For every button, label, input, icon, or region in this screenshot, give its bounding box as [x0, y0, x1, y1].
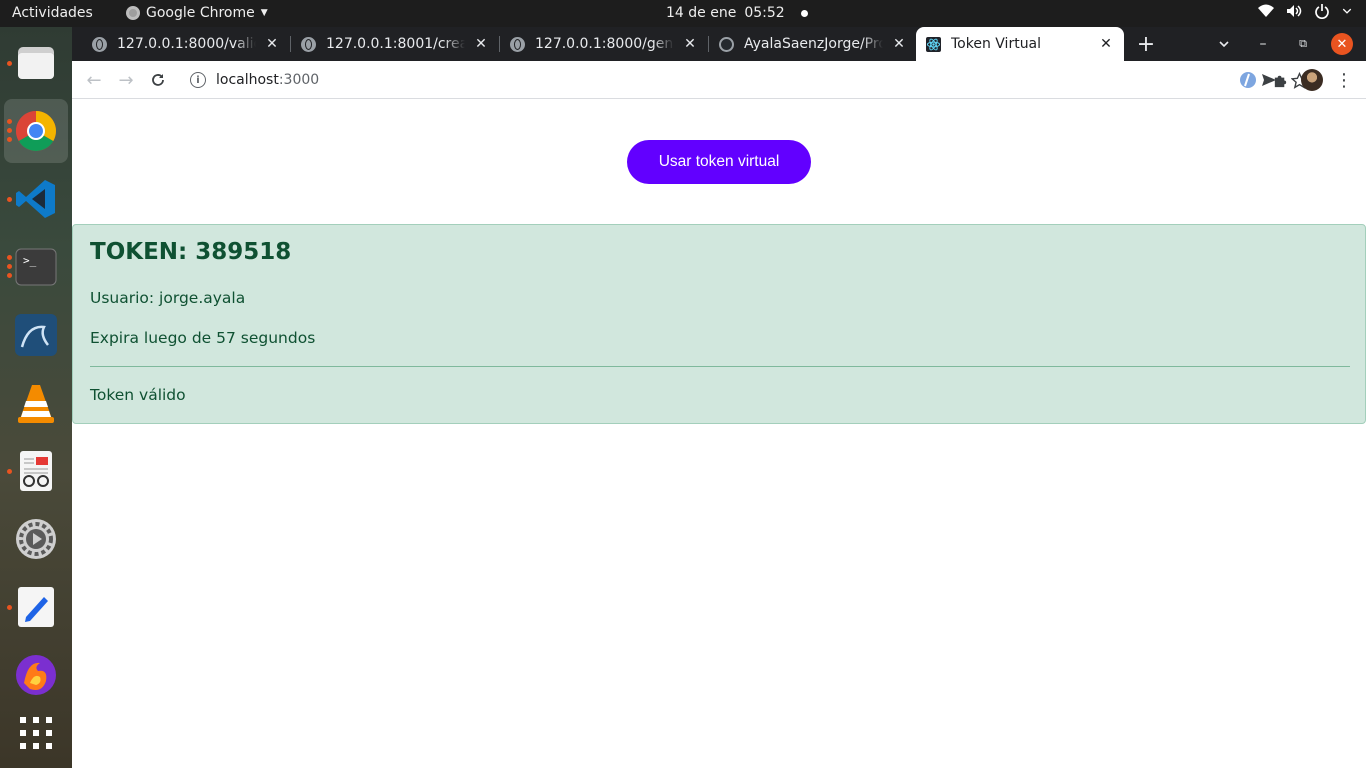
document-viewer-icon	[20, 451, 52, 491]
gnome-top-bar: Actividades Google Chrome ▼ 14 de ene 05…	[0, 0, 1366, 27]
token-user: Usuario: jorge.ayala	[90, 289, 246, 307]
tab-close-icon[interactable]: ✕	[264, 36, 280, 52]
chrome-app-icon	[126, 6, 140, 20]
volume-icon	[1287, 5, 1302, 17]
restore-icon[interactable]: ⧉	[1290, 27, 1316, 61]
tab-title: 127.0.0.1:8000/validar	[117, 36, 256, 52]
address-url[interactable]: localhost:3000	[216, 72, 319, 88]
dock-firefox[interactable]	[4, 643, 68, 707]
tab-5-active[interactable]: Token Virtual ✕	[916, 27, 1124, 61]
avatar	[1301, 69, 1323, 91]
settings-icon	[16, 519, 56, 559]
tab-close-icon[interactable]: ✕	[473, 36, 489, 52]
firefox-icon	[16, 655, 56, 695]
minimize-icon[interactable]: –	[1250, 27, 1276, 61]
dock-google-chrome[interactable]	[4, 99, 68, 163]
app-menu-label: Google Chrome	[146, 5, 255, 21]
mysql-workbench-icon	[15, 314, 57, 356]
tab-title: AyalaSaenzJorge/Proyecto	[744, 36, 883, 52]
window-close-icon[interactable]: ✕	[1331, 33, 1353, 55]
caret-down-icon: ▼	[260, 8, 268, 18]
dock: >_	[0, 27, 72, 768]
text-editor-icon	[18, 587, 54, 627]
tab-4[interactable]: AyalaSaenzJorge/Proyecto ✕	[709, 27, 917, 61]
url-host: localhost	[216, 72, 279, 88]
vlc-icon	[18, 385, 54, 423]
chrome-icon	[16, 111, 56, 151]
files-icon	[18, 47, 54, 79]
notification-dot-icon	[800, 9, 808, 17]
tab-title: 127.0.0.1:8000/generar	[535, 36, 674, 52]
kebab-menu-icon[interactable]: ⋮	[1330, 66, 1358, 94]
reload-icon[interactable]	[144, 66, 172, 94]
tab-3[interactable]: 127.0.0.1:8000/generar ✕	[500, 27, 708, 61]
dock-settings[interactable]	[4, 507, 68, 571]
site-info-icon[interactable]: i	[190, 72, 206, 88]
back-arrow-icon[interactable]: ←	[80, 66, 108, 94]
app-grid-icon	[20, 717, 52, 749]
browser-toolbar: ← → i localhost:3000 ⋮	[72, 61, 1366, 99]
token-status: Token válido	[90, 386, 186, 404]
dock-document-viewer[interactable]	[4, 439, 68, 503]
token-expiry: Expira luego de 57 segundos	[90, 329, 316, 347]
divider	[90, 366, 1350, 367]
dock-vscode[interactable]	[4, 167, 68, 231]
dock-mysql-workbench[interactable]	[4, 303, 68, 367]
address-bar[interactable]: i localhost:3000	[180, 64, 1320, 96]
vscode-icon	[16, 180, 55, 218]
tab-title: 127.0.0.1:8001/crear_	[326, 36, 465, 52]
forward-arrow-icon[interactable]: →	[112, 66, 140, 94]
extensions-puzzle-icon[interactable]	[1266, 66, 1294, 94]
globe-icon	[510, 36, 525, 52]
chrome-window: 127.0.0.1:8000/validar ✕ 127.0.0.1:8001/…	[72, 27, 1366, 768]
page-content: Usar token virtual TOKEN: 389518 Usuario…	[72, 100, 1366, 768]
github-icon	[719, 36, 734, 52]
dock-terminal[interactable]: >_	[4, 235, 68, 299]
new-tab-plus-icon[interactable]: +	[1132, 27, 1160, 61]
tab-search-chevron-icon[interactable]	[1210, 27, 1238, 61]
tab-close-icon[interactable]: ✕	[682, 36, 698, 52]
url-port: :3000	[278, 72, 320, 88]
tab-title: Token Virtual	[951, 36, 1042, 52]
app-menu[interactable]: Google Chrome ▼	[126, 5, 268, 21]
tab-strip: 127.0.0.1:8000/validar ✕ 127.0.0.1:8001/…	[72, 27, 1366, 61]
tab-2[interactable]: 127.0.0.1:8001/crear_ ✕	[291, 27, 499, 61]
globe-icon	[301, 36, 316, 52]
clock-time: 05:52	[744, 5, 785, 21]
dock-files[interactable]	[4, 31, 68, 95]
terminal-icon: >_	[15, 248, 57, 286]
globe-icon	[92, 36, 107, 52]
token-alert: TOKEN: 389518 Usuario: jorge.ayala Expir…	[72, 224, 1366, 424]
clock-date: 14 de ene	[666, 5, 737, 21]
svg-text:>_: >_	[23, 254, 37, 267]
profile-avatar[interactable]	[1298, 66, 1326, 94]
use-virtual-token-button[interactable]: Usar token virtual	[627, 140, 811, 184]
dock-vlc[interactable]	[4, 371, 68, 435]
clock[interactable]: 14 de ene 05:52	[666, 5, 808, 21]
tab-1[interactable]: 127.0.0.1:8000/validar ✕	[82, 27, 290, 61]
tab-close-icon[interactable]: ✕	[891, 36, 907, 52]
power-icon	[1315, 4, 1329, 19]
react-icon	[926, 36, 941, 52]
tab-close-icon[interactable]: ✕	[1098, 36, 1114, 52]
show-applications-button[interactable]	[4, 701, 68, 765]
extension-icon[interactable]	[1234, 66, 1262, 94]
dock-text-editor[interactable]	[4, 575, 68, 639]
activities-button[interactable]: Actividades	[12, 5, 93, 21]
wifi-icon	[1258, 4, 1274, 17]
chevron-down-icon	[1342, 8, 1352, 14]
token-heading: TOKEN: 389518	[90, 239, 292, 265]
system-status-area[interactable]	[1258, 3, 1352, 19]
